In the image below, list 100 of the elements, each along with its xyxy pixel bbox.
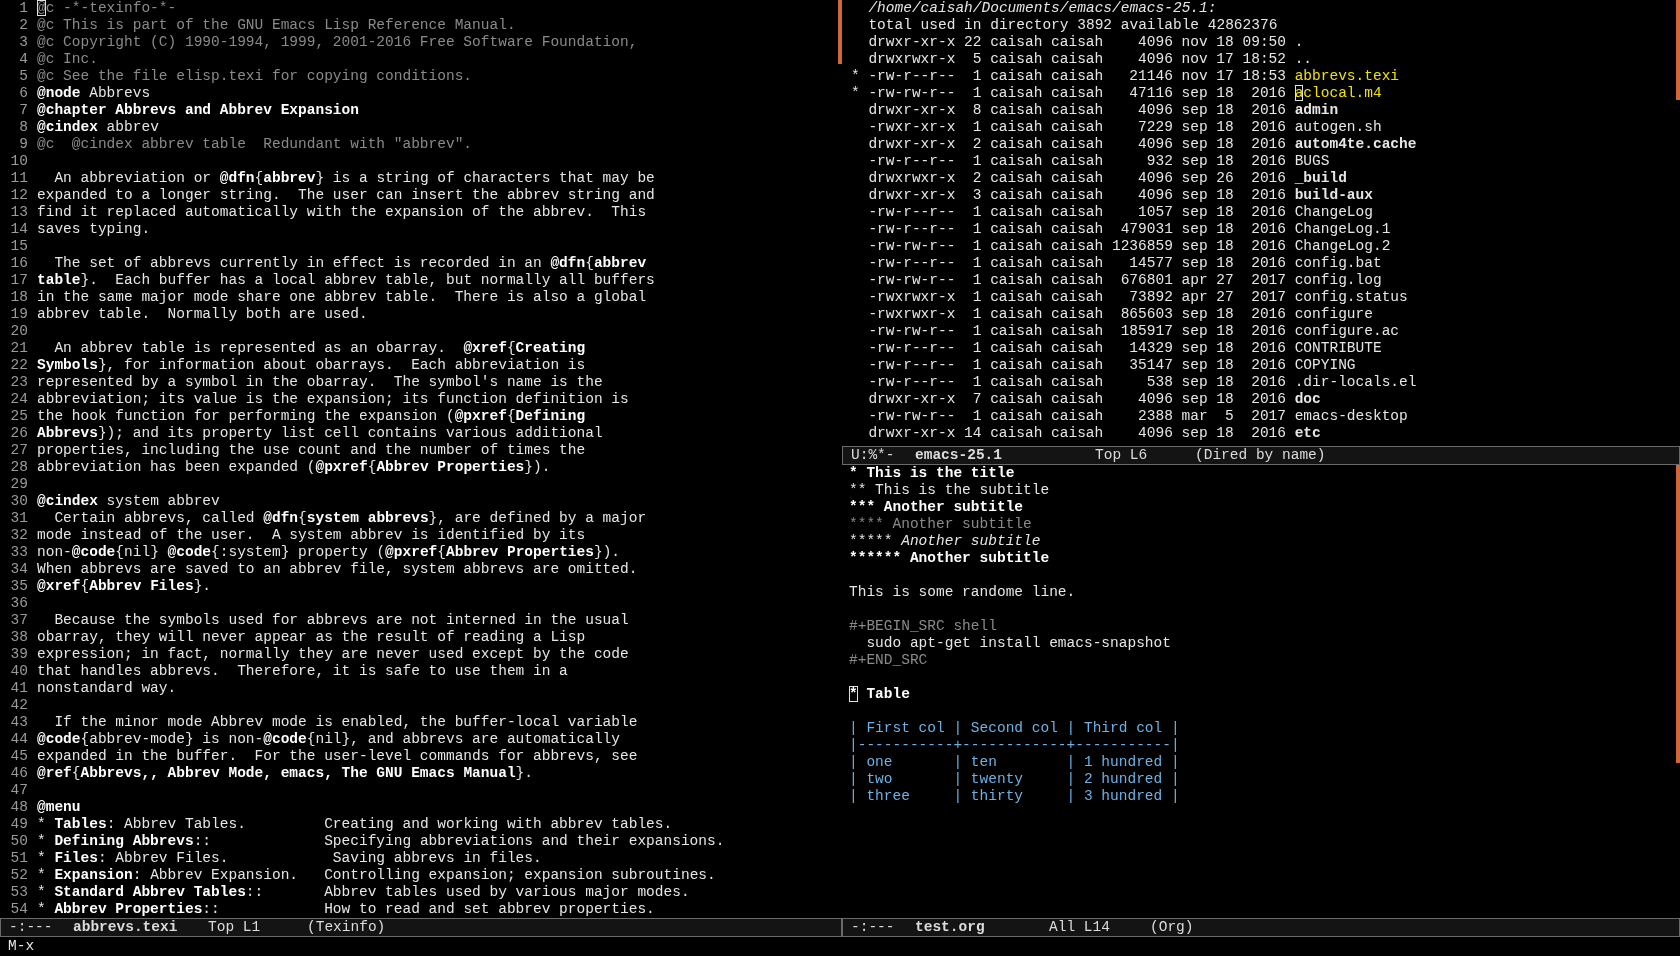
file-size: 7229 — [1137, 119, 1173, 136]
buffer-status: U:%*- — [851, 447, 896, 464]
line-number: 42 — [9, 697, 28, 714]
link-count: 14 — [963, 425, 982, 442]
file-permissions: drwxr-xr-x — [868, 136, 956, 153]
file-group: caisah — [1051, 221, 1104, 238]
file-group: caisah — [1051, 51, 1104, 68]
file-group: caisah — [1051, 306, 1104, 323]
file-date: nov 17 18:53 — [1181, 68, 1286, 85]
mark-label: * — [851, 85, 860, 101]
file-group: caisah — [1051, 289, 1104, 306]
code-line: abbrev table. Normally both are used. — [37, 306, 368, 323]
line-number: 7 — [18, 102, 28, 119]
file-date: sep 18 2016 — [1181, 255, 1286, 272]
file-date: sep 18 2016 — [1181, 136, 1286, 153]
link-count: 1 — [971, 408, 982, 425]
line-number: 14 — [9, 221, 28, 238]
scrollbar-thumb[interactable] — [1676, 0, 1680, 100]
file-date: sep 18 2016 — [1181, 238, 1286, 255]
file-date: sep 26 2016 — [1181, 170, 1286, 187]
link-count: 1 — [971, 204, 982, 221]
file-name[interactable]: configure — [1294, 306, 1373, 323]
file-permissions: -rw-r--r-- — [868, 374, 956, 391]
file-name[interactable]: . — [1294, 34, 1304, 51]
file-size: 73892 — [1128, 289, 1173, 306]
major-mode: (Texinfo) — [307, 919, 386, 936]
file-name[interactable]: etc — [1294, 425, 1321, 442]
file-group: caisah — [1051, 68, 1104, 85]
link-count: 1 — [971, 255, 982, 272]
line-number: 43 — [9, 714, 28, 731]
file-owner: caisah — [990, 221, 1043, 238]
file-name[interactable]: config.bat — [1294, 255, 1382, 272]
file-name[interactable]: emacs-desktop — [1294, 408, 1408, 425]
code-line: * Files: Abbrev Files. Saving abbrevs in files. — [37, 850, 542, 867]
code-line: in the same major mode share one abbrev table. There is also a global — [37, 289, 647, 306]
line-number: 54 — [9, 901, 28, 918]
file-owner: caisah — [990, 238, 1043, 255]
file-name[interactable]: ChangeLog.2 — [1294, 238, 1391, 255]
line-number: 16 — [9, 255, 28, 272]
buffer-position: Top L6 — [1095, 447, 1149, 464]
file-name[interactable]: _build — [1294, 170, 1347, 187]
file-size: 4096 — [1137, 391, 1173, 408]
file-owner: caisah — [990, 170, 1043, 187]
line-number: 25 — [9, 408, 28, 425]
file-group: caisah — [1051, 204, 1104, 221]
file-name[interactable]: configure.ac — [1294, 323, 1400, 340]
line-number: 29 — [9, 476, 28, 493]
file-name[interactable]: abbrevs.texi — [1294, 68, 1400, 85]
code-line: ** This is the subtitle — [849, 482, 1050, 499]
file-name[interactable]: .dir-locals.el — [1294, 374, 1417, 391]
file-permissions: drwxrwxr-x — [868, 170, 956, 187]
file-date: sep 18 2016 — [1181, 340, 1286, 357]
line-number: 45 — [9, 748, 28, 765]
file-name[interactable]: autom4te.cache — [1294, 136, 1417, 153]
code-line: This is some randome line. — [849, 584, 1076, 601]
code-line: @xref{Abbrev Files}. — [37, 578, 212, 595]
file-name[interactable]: doc — [1294, 391, 1321, 408]
file-date: sep 18 2016 — [1181, 425, 1286, 442]
buffer-position: Top L1 — [208, 919, 262, 936]
link-count: 3 — [971, 187, 982, 204]
line-number: 18 — [9, 289, 28, 306]
file-permissions: drwxr-xr-x — [868, 102, 956, 119]
code-line: * This is the title — [849, 465, 1015, 482]
file-name[interactable]: config.log — [1294, 272, 1382, 289]
line-number: 15 — [9, 238, 28, 255]
file-name[interactable]: admin — [1294, 102, 1339, 119]
file-permissions: -rwxrwxr-x — [868, 289, 956, 306]
file-permissions: -rw-rw-r-- — [868, 238, 956, 255]
code-line: An abbreviation or @dfn{abbrev} is a string of characters that may be — [53, 170, 655, 187]
file-name[interactable]: COPYING — [1294, 357, 1356, 374]
code-line: expanded to a longer string. The user can insert the abbrev string and — [37, 187, 655, 204]
file-name[interactable]: ChangeLog — [1294, 204, 1373, 221]
code-line: | First col | Second col | Third col | — [849, 720, 1180, 737]
scrollbar-thumb[interactable] — [1676, 465, 1680, 763]
file-name[interactable]: BUGS — [1294, 153, 1330, 170]
file-name[interactable]: autogen.sh — [1294, 119, 1382, 136]
file-owner: caisah — [990, 255, 1043, 272]
file-permissions: drwxr-xr-x — [868, 391, 956, 408]
code-line: obarray, they will never appear as the result of reading a Lisp — [37, 629, 586, 646]
file-name[interactable]: build-aux — [1294, 187, 1373, 204]
file-name[interactable]: .. — [1294, 51, 1313, 68]
line-number: 46 — [9, 765, 28, 782]
file-date: sep 18 2016 — [1181, 391, 1286, 408]
file-group: caisah — [1051, 119, 1104, 136]
file-name[interactable]: ChangeLog.1 — [1294, 221, 1391, 238]
code-line: non-@code{nil} @code{:system} property (@pxref{Abbrev Properties}). — [37, 544, 621, 561]
file-owner: caisah — [990, 306, 1043, 323]
code-line: @c Copyright (C) 1990-1994, 1999, 2001-2016 Free Software Foundation, — [37, 34, 638, 51]
file-name[interactable]: config.status — [1294, 289, 1408, 306]
file-owner: caisah — [990, 51, 1043, 68]
line-number: 35 — [9, 578, 28, 595]
file-group: caisah — [1051, 85, 1104, 102]
file-date: sep 18 2016 — [1181, 102, 1286, 119]
line-number: 39 — [9, 646, 28, 663]
code-line: @code{abbrev-mode} is non-@code{nil}, and abbrevs are automatically — [37, 731, 621, 748]
scrollbar-thumb[interactable] — [838, 0, 842, 64]
file-owner: caisah — [990, 391, 1043, 408]
file-date: sep 18 2016 — [1181, 187, 1286, 204]
file-name[interactable]: CONTRIBUTE — [1294, 340, 1382, 357]
file-date: apr 27 2017 — [1181, 289, 1286, 306]
